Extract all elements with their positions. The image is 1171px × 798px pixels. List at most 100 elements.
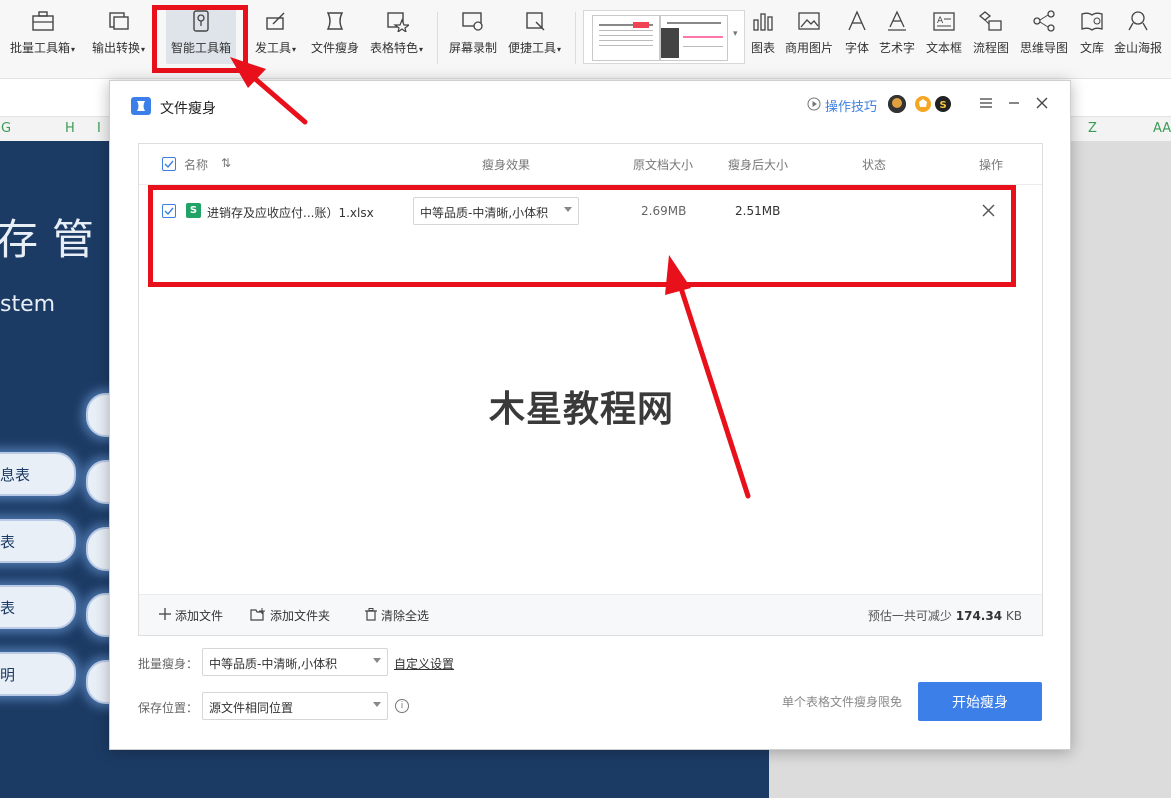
- folder-plus-icon: [250, 607, 266, 624]
- plus-icon: [159, 608, 171, 623]
- clear-all-button[interactable]: 清除全选: [365, 607, 429, 624]
- tool-label: 思维导图: [1020, 41, 1069, 55]
- free-note: 单个表格文件瘦身限免: [782, 695, 903, 709]
- add-folder-label: 添加文件夹: [270, 609, 331, 623]
- gallery-expand-icon[interactable]: ▾: [733, 29, 738, 39]
- file-slim-icon: [322, 8, 348, 34]
- header-name: 名称: [184, 158, 209, 172]
- column-letter[interactable]: H: [65, 121, 75, 136]
- estimate-label: 预估一共可减少: [867, 609, 952, 623]
- chevron-down-icon: ▾: [419, 45, 424, 54]
- word-art-icon: [884, 8, 910, 34]
- save-location-label: 保存位置：: [138, 701, 199, 715]
- batch-quality-value: 中等品质-中清晰,小体积: [209, 657, 338, 671]
- file-slim-button[interactable]: 文件瘦身: [311, 8, 359, 64]
- tool-label: 批量工具箱: [10, 41, 71, 55]
- font-icon: [844, 8, 870, 34]
- chevron-down-icon: ▾: [71, 45, 76, 54]
- quick-tools-button[interactable]: 便捷工具▾: [508, 8, 561, 64]
- header-effect: 瘦身效果: [482, 158, 531, 172]
- tool-label: 输出转换: [92, 41, 141, 55]
- sheet-nav-pill[interactable]: 明: [0, 652, 76, 696]
- save-location-select[interactable]: 源文件相同位置: [202, 692, 388, 720]
- file-slim-dialog: 文件瘦身 操作技巧 S 名称 ⇅ 瘦身效果 原文档大小 瘦身后大小 状态 操作 …: [109, 80, 1071, 750]
- screen-record-button[interactable]: 屏幕录制: [449, 8, 497, 64]
- tool-label: 字体: [844, 41, 869, 55]
- tool-label: 文件瘦身: [311, 41, 360, 55]
- poster-button[interactable]: 金山海报: [1114, 8, 1162, 64]
- chevron-down-icon: ▾: [141, 45, 146, 54]
- add-folder-button[interactable]: 添加文件夹: [250, 607, 330, 624]
- chevron-down-icon: [373, 702, 381, 707]
- chevron-down-icon: ▾: [292, 45, 297, 54]
- template-thumbnail[interactable]: [660, 15, 728, 61]
- minimize-icon[interactable]: [1004, 93, 1024, 113]
- mind-map-icon: [1031, 8, 1057, 34]
- font-button[interactable]: 字体: [844, 8, 870, 64]
- toolbar-divider: [575, 12, 576, 64]
- trash-icon: [365, 607, 377, 624]
- select-all-checkbox[interactable]: [162, 157, 176, 171]
- mind-map-button[interactable]: 思维导图: [1020, 8, 1068, 64]
- chart-button[interactable]: 图表: [750, 8, 776, 64]
- chevron-down-icon: ▾: [557, 45, 562, 54]
- vip-badge-icon[interactable]: [914, 95, 932, 113]
- tool-label: 表格特色: [370, 41, 419, 55]
- clear-all-label: 清除全选: [381, 609, 430, 623]
- batch-toolbox-button[interactable]: 批量工具箱▾: [10, 8, 75, 64]
- pill-label: 明: [0, 665, 16, 684]
- flowchart-button[interactable]: 流程图: [973, 8, 1009, 64]
- screen-record-icon: [460, 8, 486, 34]
- template-gallery[interactable]: ▾: [583, 10, 745, 64]
- pill-label: 表: [0, 598, 16, 617]
- template-thumbnail[interactable]: [592, 15, 660, 61]
- export-icon: [106, 8, 132, 34]
- estimate-value: 174.34: [955, 609, 1003, 623]
- start-slim-button[interactable]: 开始瘦身: [918, 682, 1042, 721]
- tool-label: 商用图片: [785, 41, 834, 55]
- column-letter[interactable]: I: [97, 121, 101, 136]
- table-features-button[interactable]: 表格特色▾: [370, 8, 423, 64]
- stock-image-button[interactable]: 商用图片: [785, 8, 833, 64]
- batch-slim-label: 批量瘦身：: [138, 657, 199, 671]
- sheet-nav-pill[interactable]: 表: [0, 519, 76, 563]
- watermark-text: 木星教程网: [489, 389, 675, 430]
- column-letter[interactable]: G: [1, 121, 11, 136]
- file-table-header: 名称 ⇅ 瘦身效果 原文档大小 瘦身后大小 状态 操作: [139, 144, 1042, 185]
- tool-label: 图表: [750, 41, 775, 55]
- dev-tools-button[interactable]: 发工具▾: [255, 8, 296, 64]
- batch-quality-select[interactable]: 中等品质-中清晰,小体积: [202, 648, 388, 676]
- tips-link[interactable]: 操作技巧: [807, 96, 877, 115]
- tool-label: 发工具: [255, 41, 292, 55]
- file-list-footer: 添加文件 添加文件夹 清除全选 预估一共可减少 174.34 KB: [139, 594, 1042, 635]
- text-box-button[interactable]: A 文本框: [926, 8, 962, 64]
- tool-label: 金山海报: [1114, 41, 1163, 55]
- sheet-nav-pill[interactable]: 息表: [0, 452, 76, 496]
- header-new-size: 瘦身后大小: [728, 158, 789, 172]
- library-button[interactable]: 文库: [1079, 8, 1105, 64]
- close-icon[interactable]: [1032, 93, 1052, 113]
- menu-icon[interactable]: [976, 93, 996, 113]
- add-file-button[interactable]: 添加文件: [159, 607, 223, 624]
- custom-settings-link[interactable]: 自定义设置: [394, 655, 454, 672]
- flowchart-icon: [978, 8, 1004, 34]
- pill-label: 息表: [0, 465, 31, 484]
- briefcase-icon: [30, 8, 56, 34]
- estimate-summary: 预估一共可减少 174.34 KB: [868, 607, 1022, 624]
- quick-tool-icon: [522, 8, 548, 34]
- column-letter[interactable]: Z: [1088, 121, 1097, 136]
- avatar[interactable]: [888, 95, 906, 113]
- tool-label: 屏幕录制: [449, 41, 498, 55]
- text-box-icon: A: [931, 8, 957, 34]
- tool-label: 文本框: [926, 41, 963, 55]
- column-letter[interactable]: AA: [1153, 121, 1171, 136]
- header-status: 状态: [862, 158, 887, 172]
- sort-icon[interactable]: ⇅: [221, 156, 231, 170]
- star-table-icon: [384, 8, 410, 34]
- sheet-nav-pill[interactable]: 表: [0, 585, 76, 629]
- word-art-button[interactable]: 艺术字: [879, 8, 915, 64]
- output-convert-button[interactable]: 输出转换▾: [92, 8, 145, 64]
- coin-badge-icon[interactable]: S: [934, 95, 952, 113]
- info-icon[interactable]: i: [395, 699, 409, 713]
- pen-icon: [263, 8, 289, 34]
